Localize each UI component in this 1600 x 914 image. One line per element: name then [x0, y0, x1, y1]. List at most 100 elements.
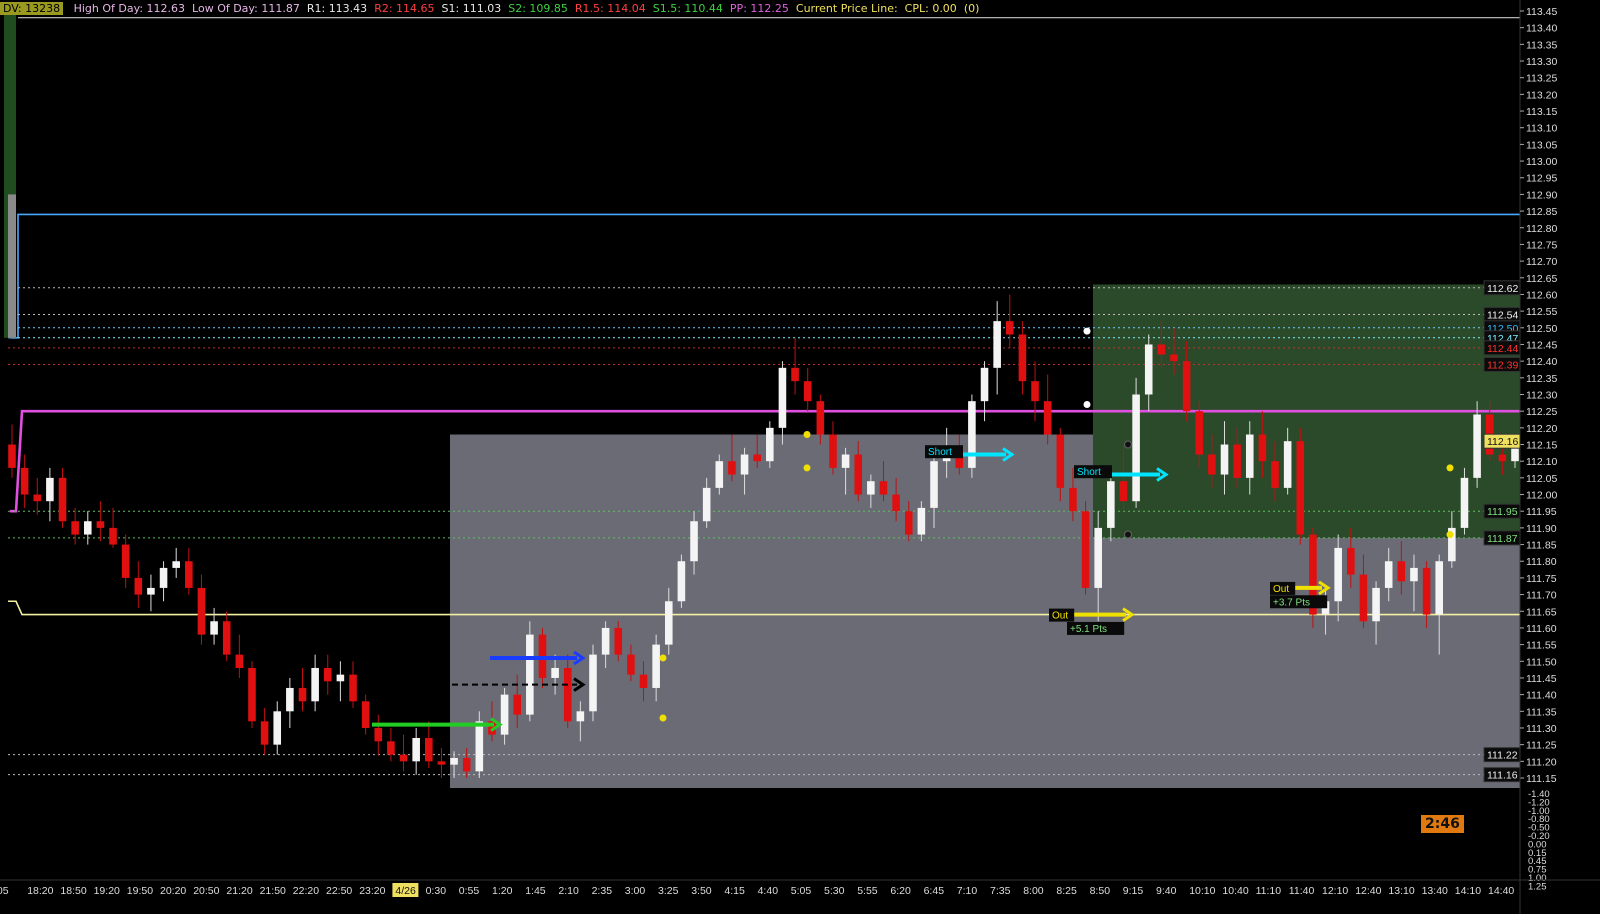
candle-body[interactable] — [1006, 321, 1014, 335]
candle-body[interactable] — [361, 701, 370, 728]
candle-body[interactable] — [791, 367, 799, 382]
candle-body[interactable] — [1283, 441, 1292, 488]
candle-body[interactable] — [1372, 587, 1380, 622]
candle-body[interactable] — [803, 381, 812, 402]
candle-body[interactable] — [462, 757, 471, 772]
candle-body[interactable] — [1018, 334, 1027, 382]
candle-body[interactable] — [1435, 561, 1444, 615]
candle-body[interactable] — [1245, 434, 1254, 478]
candle-body[interactable] — [1119, 481, 1128, 502]
candle-body[interactable] — [867, 481, 875, 495]
candle-body[interactable] — [1170, 354, 1178, 362]
candle-body[interactable] — [576, 711, 585, 722]
candle-body[interactable] — [513, 694, 521, 715]
candle-body[interactable] — [1460, 477, 1469, 528]
candle-body[interactable] — [121, 544, 130, 578]
candle-body[interactable] — [980, 367, 989, 402]
candle-body[interactable] — [778, 367, 787, 428]
candle-body[interactable] — [222, 621, 231, 655]
candle-body[interactable] — [1195, 411, 1204, 455]
candle-body[interactable] — [601, 627, 610, 655]
candle-body[interactable] — [879, 481, 888, 495]
candle-body[interactable] — [172, 561, 180, 568]
candle-body[interactable] — [766, 427, 774, 462]
candle-body[interactable] — [20, 467, 29, 495]
candle-body[interactable] — [816, 401, 825, 435]
candle-body[interactable] — [627, 654, 635, 675]
candle-body[interactable] — [147, 587, 155, 595]
candle-body[interactable] — [1220, 444, 1229, 475]
candle-body[interactable] — [1258, 434, 1267, 462]
candle-body[interactable] — [412, 737, 420, 762]
candle-body[interactable] — [235, 654, 244, 668]
candle-body[interactable] — [134, 577, 143, 595]
candle-body[interactable] — [71, 521, 79, 535]
candle-body[interactable] — [260, 721, 269, 745]
candle-body[interactable] — [1031, 381, 1039, 402]
price-chart[interactable]: ShortShortOut+5.1 PtsOut+3.7 Pts 113.451… — [0, 0, 1600, 914]
candle-body[interactable] — [1473, 414, 1481, 478]
candle-body[interactable] — [96, 521, 105, 528]
candle-body[interactable] — [437, 761, 446, 765]
candle-body[interactable] — [639, 674, 648, 688]
candle-body[interactable] — [1107, 481, 1115, 528]
candle-body[interactable] — [968, 401, 976, 468]
candle-body[interactable] — [387, 741, 395, 755]
candle-body[interactable] — [1422, 567, 1431, 615]
candle-body[interactable] — [399, 754, 408, 762]
candle-body[interactable] — [841, 454, 850, 468]
candle-body[interactable] — [8, 444, 16, 468]
candle-body[interactable] — [1498, 454, 1507, 462]
candle-body[interactable] — [1132, 394, 1140, 502]
candle-body[interactable] — [1056, 434, 1065, 488]
candle-body[interactable] — [526, 634, 534, 715]
candle-body[interactable] — [892, 494, 900, 512]
candle-body[interactable] — [1233, 444, 1241, 478]
candle-body[interactable] — [83, 521, 92, 535]
candle-body[interactable] — [298, 687, 307, 702]
candle-body[interactable] — [1094, 527, 1102, 588]
candle-body[interactable] — [753, 454, 761, 462]
candle-body[interactable] — [336, 674, 345, 682]
candle-body[interactable] — [1296, 441, 1305, 535]
candle-body[interactable] — [1347, 547, 1355, 575]
candle-body[interactable] — [185, 561, 193, 588]
candle-body[interactable] — [589, 654, 597, 712]
candle-body[interactable] — [993, 321, 1001, 368]
candle-body[interactable] — [677, 561, 686, 602]
candle-body[interactable] — [1271, 461, 1279, 488]
candle-body[interactable] — [702, 487, 711, 522]
candle-body[interactable] — [273, 711, 282, 745]
candle-body[interactable] — [450, 757, 458, 765]
candle-body[interactable] — [374, 727, 383, 742]
candle-body[interactable] — [1182, 361, 1191, 412]
candle-body[interactable] — [159, 567, 168, 588]
candle-body[interactable] — [930, 461, 938, 508]
candle-body[interactable] — [1359, 574, 1368, 622]
candle-body[interactable] — [1043, 401, 1052, 435]
candle-body[interactable] — [917, 507, 926, 535]
candle-body[interactable] — [46, 477, 54, 502]
candle-body[interactable] — [1157, 344, 1166, 355]
candle-body[interactable] — [664, 601, 673, 645]
candle-body[interactable] — [690, 521, 698, 562]
candle-body[interactable] — [1334, 547, 1342, 602]
candle-body[interactable] — [1144, 344, 1153, 395]
candle-body[interactable] — [500, 694, 509, 735]
candle-body[interactable] — [829, 434, 837, 468]
candle-body[interactable] — [475, 721, 484, 772]
candle-body[interactable] — [652, 644, 660, 688]
candle-body[interactable] — [311, 667, 319, 702]
candle-body[interactable] — [109, 527, 117, 545]
candle-body[interactable] — [740, 454, 749, 475]
candle-body[interactable] — [551, 667, 559, 678]
candle-body[interactable] — [1081, 511, 1090, 588]
candle-body[interactable] — [854, 454, 863, 495]
candle-body[interactable] — [1410, 567, 1418, 582]
candle-body[interactable] — [728, 461, 736, 475]
candle-body[interactable] — [33, 494, 42, 502]
candle-body[interactable] — [1384, 561, 1393, 588]
candle-body[interactable] — [349, 674, 357, 702]
candle-body[interactable] — [563, 667, 572, 722]
candle-body[interactable] — [904, 511, 913, 535]
